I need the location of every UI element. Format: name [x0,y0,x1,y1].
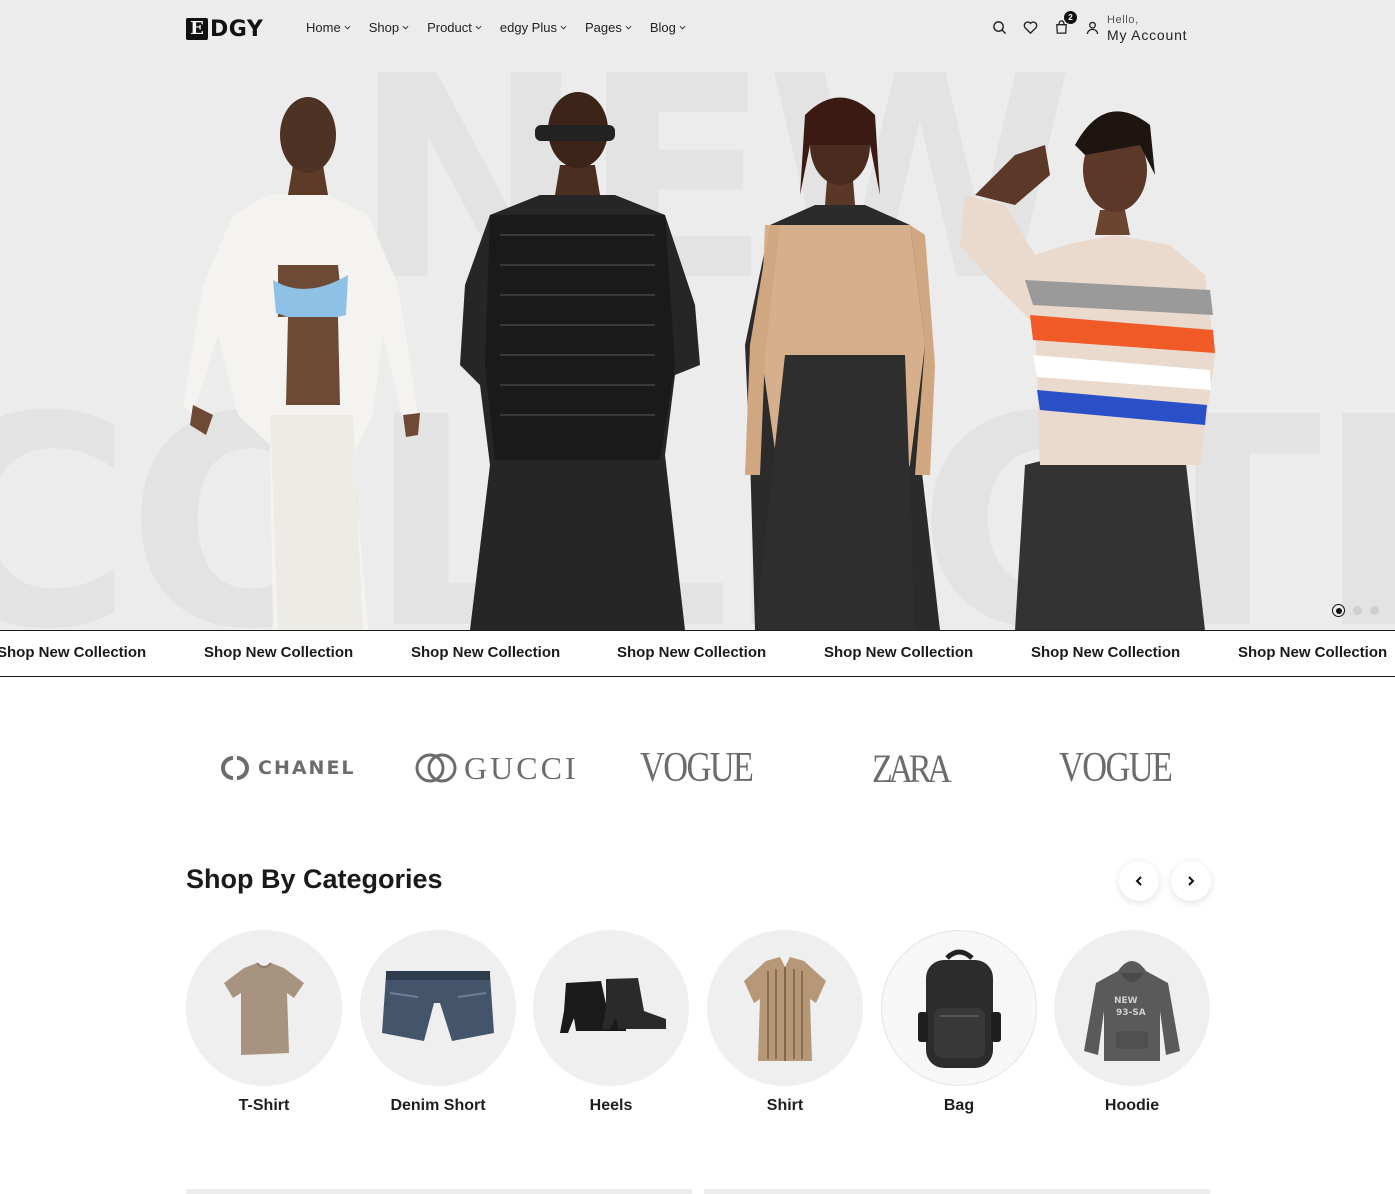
nav-product-label: Product [427,20,472,35]
category-denim-short[interactable]: Denim Short [360,930,516,1115]
brand-name-chanel: CHANEL [258,757,356,779]
chevron-right-icon [1188,876,1195,886]
marquee-item[interactable]: Shop New Collection [204,644,353,661]
category-image [186,930,342,1086]
brand-logo-vogue[interactable]: VOGUE [1059,745,1196,791]
site-header: E DGY Home Shop Product edgy Plus Pages … [0,0,1395,60]
heels-icon [560,978,666,1033]
hero-banner: NEW COLLECTION [0,0,1395,630]
svg-text:NEW: NEW [1114,996,1138,1006]
search-icon[interactable] [992,20,1007,35]
categories-next-button[interactable] [1171,861,1211,901]
carousel-dot-2[interactable] [1353,606,1362,615]
nav-blog-label: Blog [649,20,676,35]
backpack-icon [917,949,1001,1068]
account-label: My Account [1107,26,1188,43]
marquee-item[interactable]: Shop New Collection [824,644,973,661]
cart-button[interactable]: 2 [1054,11,1077,35]
main-nav: Home Shop Product edgy Plus Pages Blog [306,20,686,35]
carousel-dots [1332,604,1379,617]
logo-mark: E [186,18,208,40]
chevron-down-icon [475,25,482,30]
hoodie-icon: NEW 93-SA [1083,960,1180,1061]
chevron-down-icon [402,25,409,30]
nav-pages[interactable]: Pages [585,20,632,35]
cart-count-badge: 2 [1064,11,1077,24]
nav-blog[interactable]: Blog [650,20,686,35]
category-label: Hoodie [1104,1097,1160,1114]
product-card-edge [704,1189,1210,1194]
carousel-dot-3[interactable] [1370,606,1379,615]
marquee-item[interactable]: Shop New Collection [1031,644,1180,661]
brand-logo-zara[interactable]: ZARA [872,745,961,791]
category-label: Denim Short [390,1097,486,1114]
category-image [881,930,1037,1086]
category-image [533,930,689,1086]
nav-home[interactable]: Home [306,20,351,35]
category-label: T-Shirt [238,1097,290,1114]
chanel-logo-icon [221,756,249,780]
svg-text:93-SA: 93-SA [1116,1008,1146,1018]
marquee-item[interactable]: Shop New Collection [411,644,560,661]
account-link[interactable]: Hello, My Account [1086,14,1187,43]
model-image-2 [460,92,700,630]
heart-icon[interactable] [1023,20,1038,35]
product-card-edge [186,1189,692,1194]
nav-edgy-plus-label: edgy Plus [499,20,557,35]
tshirt-icon [224,962,304,1055]
shirt-icon [744,956,826,1061]
account-text: Hello, My Account [1107,14,1187,43]
category-image [707,930,863,1086]
account-greeting: Hello, [1107,14,1139,26]
category-bag[interactable]: Bag [881,930,1037,1115]
nav-shop[interactable]: Shop [369,20,409,35]
categories-prev-button[interactable] [1119,861,1159,901]
chevron-down-icon [560,25,567,30]
site-logo[interactable]: E DGY [186,16,264,42]
category-tshirt[interactable]: T-Shirt [186,930,342,1115]
brand-logo-vogue[interactable]: VOGUE [640,745,777,791]
brand-name-gucci: GUCCI [464,749,579,786]
model-image-1 [183,97,420,630]
promo-marquee: Shop New Collection Shop New Collection … [0,630,1395,677]
nav-shop-label: Shop [368,20,400,35]
chevron-down-icon [679,25,686,30]
brand-logo-gucci[interactable]: GUCCI [414,746,579,790]
nav-pages-label: Pages [584,20,622,35]
model-image-3 [745,97,940,630]
category-image: NEW 93-SA [1054,930,1210,1086]
model-image-4 [960,111,1215,630]
marquee-item[interactable]: Shop New Collection [0,644,146,661]
category-shirt[interactable]: Shirt [707,930,863,1115]
chevron-down-icon [625,25,632,30]
brand-name-vogue: VOGUE [1059,745,1173,791]
category-label: Bag [943,1097,975,1114]
brand-name-vogue: VOGUE [640,745,754,791]
user-icon [1086,22,1099,35]
nav-product[interactable]: Product [427,20,482,35]
brand-name-zara: ZARA [872,745,952,791]
category-heels[interactable]: Heels [533,930,689,1115]
brand-logo-chanel[interactable]: CHANEL [217,746,356,790]
section-title-categories: Shop By Categories [186,864,443,894]
shorts-icon [382,971,494,1041]
nav-home-label: Home [306,20,341,35]
chevron-left-icon [1135,876,1142,886]
gucci-logo-icon [415,753,457,783]
carousel-dot-1[interactable] [1332,604,1345,617]
marquee-item[interactable]: Shop New Collection [617,644,766,661]
category-label: Heels [589,1097,633,1114]
header-actions: 2 [992,11,1077,35]
category-hoodie[interactable]: NEW 93-SA Hoodie [1054,930,1210,1115]
category-image [360,930,516,1086]
logo-text: DGY [210,16,264,42]
nav-edgy-plus[interactable]: edgy Plus [500,20,567,35]
marquee-item[interactable]: Shop New Collection [1238,644,1387,661]
chevron-down-icon [344,25,351,30]
category-label: Shirt [766,1097,804,1114]
